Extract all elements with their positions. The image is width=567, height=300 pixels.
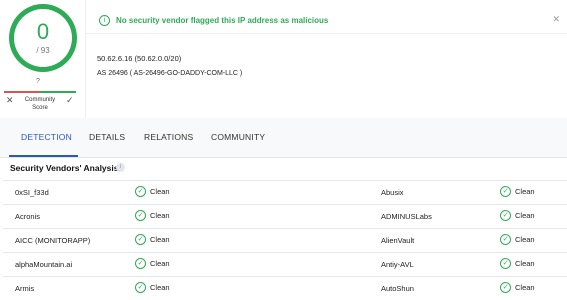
detection-count: 0 xyxy=(36,19,50,44)
detection-score-inner: 0 / 93 xyxy=(14,9,72,67)
table-row: 0xSI_f33d ✓ Clean Abusix ✓ Clean xyxy=(3,181,567,205)
vendor-name: alphaMountain.ai xyxy=(15,260,73,269)
table-row: AICC (MONITORAPP) ✓ Clean AlienVault ✓ Cle… xyxy=(3,229,567,253)
community-score-label: Community Score xyxy=(24,97,56,111)
vendor-result-label: Clean xyxy=(150,283,170,292)
vendor-name: AlienVault xyxy=(381,236,415,245)
check-circle-icon: ✓ xyxy=(500,282,511,293)
check-circle-icon: ✓ xyxy=(500,258,511,269)
vendor-result-label: Clean xyxy=(515,283,535,292)
detection-total: / 93 xyxy=(36,46,50,55)
vendor-result: ✓ Clean xyxy=(135,186,170,197)
check-circle-icon: ✓ xyxy=(135,258,146,269)
as-line[interactable]: AS 26496 ( AS-26496-GO-DADDY-COM-LLC ) xyxy=(97,70,242,77)
vendor-result-label: Clean xyxy=(515,211,535,220)
ip-address-line[interactable]: 50.62.6.16 (50.62.0.0/20) xyxy=(97,54,181,63)
community-score-value: ? xyxy=(36,78,40,85)
vendor-name: Abusix xyxy=(381,188,404,197)
vendor-name: Armis xyxy=(15,284,35,293)
vendor-name: 0xSI_f33d xyxy=(15,188,49,197)
vendor-result-label: Clean xyxy=(515,259,535,268)
close-icon[interactable]: ✕ xyxy=(6,95,14,106)
vendor-result: ✓ Clean xyxy=(500,186,535,197)
tab-details[interactable]: DETAILS xyxy=(89,132,125,142)
vendor-result: ✓ Clean xyxy=(500,258,535,269)
vendor-result: ✓ Clean xyxy=(135,234,170,245)
table-row: alphaMountain.ai ✓ Clean Antiy-AVL ✓ Clean xyxy=(3,253,567,277)
active-tab-indicator xyxy=(9,155,78,157)
check-circle-icon: ✓ xyxy=(500,210,511,221)
vendor-result: ✓ Clean xyxy=(500,210,535,221)
vendor-result-label: Clean xyxy=(150,211,170,220)
check-circle-icon: ✓ xyxy=(135,282,146,293)
vendor-result-label: Clean xyxy=(150,259,170,268)
table-row: Armis ✓ Clean AutoShun ✓ Clean xyxy=(3,277,567,300)
info-icon: i xyxy=(99,15,110,26)
vendor-result: ✓ Clean xyxy=(500,282,535,293)
check-circle-icon: ✓ xyxy=(135,186,146,197)
vendor-result: ✓ Clean xyxy=(500,234,535,245)
check-circle-icon: ✓ xyxy=(500,186,511,197)
community-score-bar xyxy=(4,91,76,93)
vendor-name: ADMINUSLabs xyxy=(381,212,432,221)
tabs-bar: DETECTION DETAILS RELATIONS COMMUNITY xyxy=(0,118,567,158)
detection-score-ring: 0 / 93 xyxy=(9,4,77,72)
vendor-result-label: Clean xyxy=(515,235,535,244)
vendor-result-label: Clean xyxy=(150,187,170,196)
vendor-name: AutoShun xyxy=(381,284,414,293)
tab-detection[interactable]: DETECTION xyxy=(21,132,72,142)
info-icon[interactable]: i xyxy=(116,163,125,172)
check-icon[interactable]: ✓ xyxy=(66,95,74,106)
ip-info-card: i No security vendor flagged this IP add… xyxy=(85,0,567,118)
section-title: Security Vendors' Analysis xyxy=(10,163,119,173)
status-alert-text: No security vendor flagged this IP addre… xyxy=(116,16,329,25)
tab-community[interactable]: COMMUNITY xyxy=(211,132,265,142)
close-icon[interactable]: ✕ xyxy=(552,14,560,25)
check-circle-icon: ✓ xyxy=(135,234,146,245)
vendor-name: Acronis xyxy=(15,212,41,221)
vendor-name: Antiy-AVL xyxy=(381,260,414,269)
vendor-result: ✓ Clean xyxy=(135,258,170,269)
vendor-result: ✓ Clean xyxy=(135,282,170,293)
vendor-result: ✓ Clean xyxy=(135,210,170,221)
vendors-table: 0xSI_f33d ✓ Clean Abusix ✓ Clean Acronis ✓… xyxy=(3,180,567,300)
status-alert: i No security vendor flagged this IP add… xyxy=(86,8,567,34)
check-circle-icon: ✓ xyxy=(500,234,511,245)
vendor-name: AICC (MONITORAPP) xyxy=(15,236,91,245)
ip-report-page: 0 / 93 ? ✕ Community Score ✓ i No securi… xyxy=(0,0,567,300)
tab-relations[interactable]: RELATIONS xyxy=(144,132,193,142)
table-row: Acronis ✓ Clean ADMINUSLabs ✓ Clean xyxy=(3,205,567,229)
vendor-result-label: Clean xyxy=(515,187,535,196)
check-circle-icon: ✓ xyxy=(135,210,146,221)
vendor-result-label: Clean xyxy=(150,235,170,244)
